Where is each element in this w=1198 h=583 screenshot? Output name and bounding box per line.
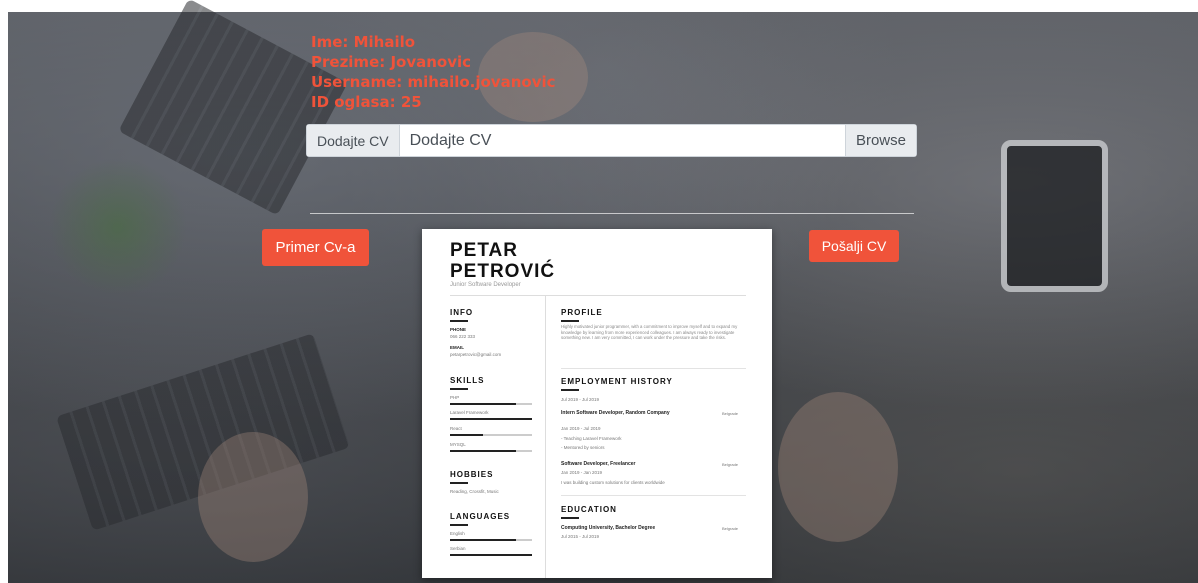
cv-skill-name: Laravel Framework <box>450 410 489 415</box>
cv-languages-heading: LANGUAGES <box>450 512 511 526</box>
cv-preview-image: PETAR PETROVIĆ Junior Software Developer… <box>422 229 772 578</box>
divider <box>310 213 914 214</box>
last-name-text: Prezime: Jovanovic <box>311 53 472 71</box>
applicant-info: Ime: Mihailo Prezime: Jovanovic Username… <box>311 32 556 112</box>
cv-skill-bar <box>450 450 532 452</box>
username-text: Username: mihailo.jovanovic <box>311 73 556 91</box>
cv-profile-text: Highly motivated junior programmer, with… <box>561 324 738 340</box>
cv-job-bullet: - Teaching Laravel Framework <box>561 436 622 441</box>
cv-column-divider <box>545 295 546 578</box>
cv-job-bullet: - Mentored by seniors <box>561 445 605 450</box>
cv-example-button[interactable]: Primer Cv-a <box>262 229 369 266</box>
cv-job-city: Belgrade <box>722 411 739 416</box>
cv-upload-prefix: Dodajte CV <box>307 125 400 156</box>
cv-language-bar <box>450 539 532 541</box>
cv-name: PETAR PETROVIĆ <box>450 240 555 282</box>
cv-job-bullet: I was building custom solutions for clie… <box>561 480 665 485</box>
cv-language-bar <box>450 554 532 556</box>
cv-section-divider <box>561 495 746 496</box>
cv-education-city: Belgrade <box>722 526 739 531</box>
cv-upload-input[interactable] <box>399 125 845 156</box>
cv-skill-bar <box>450 403 532 405</box>
cv-skills-heading: SKILLS <box>450 376 485 390</box>
cv-skill-bar <box>450 434 532 436</box>
cv-email: petarpetrovic@gmail.com <box>450 352 502 357</box>
cv-education-dates: Jul 2015 - Jul 2019 <box>561 534 600 539</box>
cv-section-divider <box>561 368 746 369</box>
cv-divider <box>450 295 746 296</box>
cv-job-title: Intern Software Developer, Random Compan… <box>561 410 670 416</box>
cv-info-heading: INFO <box>450 308 474 322</box>
cv-upload-group[interactable]: Dodajte CV Browse <box>306 124 917 157</box>
tablet-decoration <box>1001 140 1108 292</box>
cv-language-name: English <box>450 531 465 536</box>
browse-button[interactable]: Browse <box>844 125 916 156</box>
plant-decoration <box>43 152 193 302</box>
cv-profile-heading: PROFILE <box>561 308 603 322</box>
cv-email-label: EMAIL <box>450 345 464 350</box>
cv-employment-heading: EMPLOYMENT HISTORY <box>561 377 673 391</box>
cv-job-title: Software Developer, Freelancer <box>561 461 636 467</box>
cv-last-name: PETROVIĆ <box>450 261 556 282</box>
first-name-text: Ime: Mihailo <box>311 33 416 51</box>
cv-skill-name: PHP <box>450 395 460 400</box>
hand-decoration <box>778 392 898 542</box>
cv-hobbies-text: Reading, Crossfit, Music <box>450 489 499 494</box>
cv-skill-name: React <box>450 426 462 431</box>
hand-decoration <box>198 432 308 562</box>
cv-role: Junior Software Developer <box>450 282 521 288</box>
cv-skill-name: MYSQL <box>450 442 466 447</box>
cv-job-dates: Jan 2019 - Jul 2019 <box>561 426 601 431</box>
cv-phone-label: PHONE <box>450 327 467 332</box>
ad-id-text: ID oglasa: 25 <box>311 93 422 111</box>
cv-phone: 066 222 333 <box>450 334 476 339</box>
cv-language-name: Serbian <box>450 546 466 551</box>
send-cv-button[interactable]: Pošalji CV <box>809 230 899 262</box>
cv-job-city: Belgrade <box>722 462 739 467</box>
cv-hobbies-heading: HOBBIES <box>450 470 494 484</box>
cv-education-heading: EDUCATION <box>561 505 617 519</box>
cv-first-name: PETAR <box>450 240 518 261</box>
cv-job-dates: Jan 2019 - Jan 2019 <box>561 470 603 475</box>
cv-education-title: Computing University, Bachelor Degree <box>561 525 656 531</box>
cv-employment-period: Jul 2019 - Jul 2019 <box>561 397 600 402</box>
cv-skill-bar <box>450 418 532 420</box>
